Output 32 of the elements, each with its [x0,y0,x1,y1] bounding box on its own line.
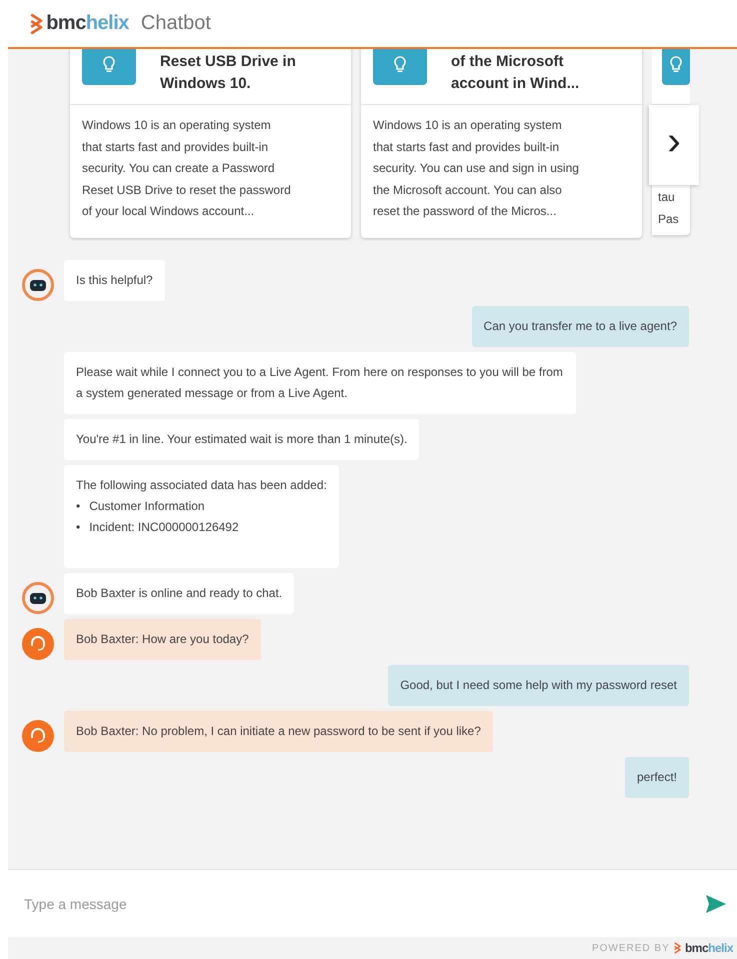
user-message: Good, but I need some help with my password reset [388,665,689,706]
agent-message: Bob Baxter: How are you today? [64,619,261,660]
agent-avatar [22,720,54,752]
article-card[interactable] [361,49,642,238]
message-text: The following associated data has been added: [76,478,327,492]
card-description: Windows 10 is an operating system that starts fast and provides built-in security. You can use and sign in using the Microsoft account. You can also reset the password of the Micros... [372,117,580,220]
article-card[interactable] [70,49,351,238]
next-button[interactable]: › [649,105,699,185]
bot-message: Bob Baxter is online and ready to chat. [64,573,294,614]
bot-message: Is this helpful? [64,260,165,301]
bot-avatar [22,582,54,614]
list-item: • Customer Information [76,498,205,515]
agent-avatar [22,628,54,660]
bot-message: You're #1 in line. Your estimated wait is more than 1 minute(s). [64,419,420,460]
card-description: Windows 10 is an operating system that starts fast and provides built-in security. You can create a Password Reset USB Drive to reset the password of your local Windows account... [81,117,292,220]
send-icon[interactable] [705,894,727,914]
card-title: Reset USB Drive in Windows 10. [160,52,296,94]
card-title: of the Microsoft account in Wind... [451,52,580,94]
logo-icon [30,12,44,34]
logo-icon [674,942,681,954]
card-description: tau Pas [652,185,690,235]
user-message: Can you transfer me to a live agent? [472,306,689,347]
window-title: Chatbot [140,12,211,35]
list-item: • Incident: INC000000126492 [76,519,239,536]
powered-by-label: POWERED BY [592,942,670,954]
card-header[interactable] [652,49,690,105]
brand-name: bmchelix [46,12,129,35]
agent-message: Bob Baxter: No problem, I can initiate a new password to be sent if you like? [64,711,493,752]
bot-avatar [22,269,54,301]
user-message: perfect! [624,757,689,798]
brand-name: bmchelix [684,941,733,955]
bot-message: Please wait while I connect you to a Live Agent. From here on responses to you will be from a system generated message or from a Live Agent. [64,352,576,414]
